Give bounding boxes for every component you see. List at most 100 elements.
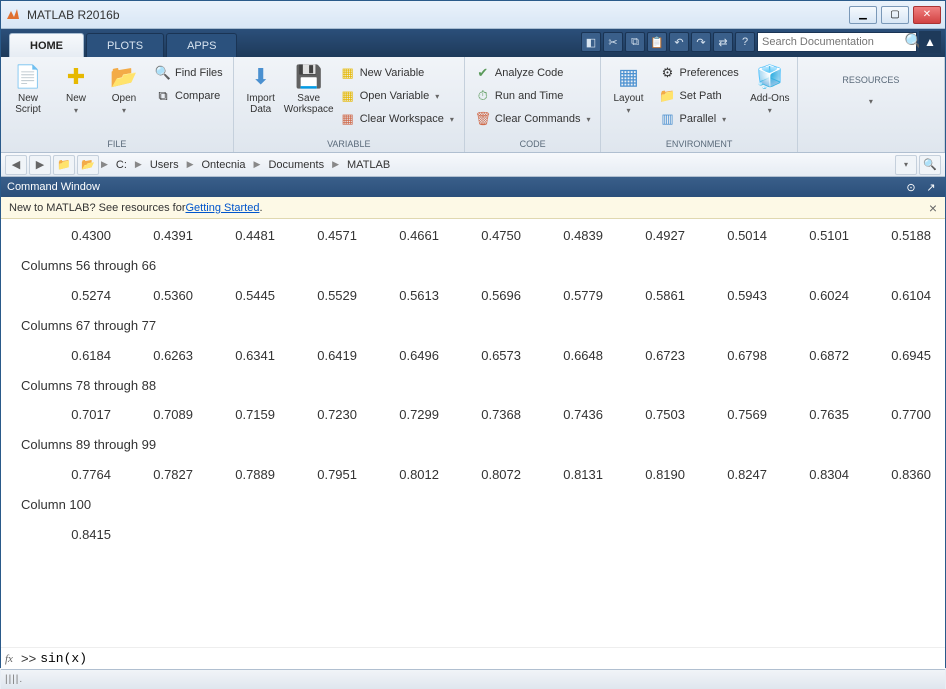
output-value: 0.7230 [275,402,357,428]
tab-apps[interactable]: APPS [166,33,237,57]
chevron-right-icon: ▶ [254,159,261,170]
search-path-button[interactable]: 🔍 [919,155,941,175]
up-folder-button[interactable]: 📁 [53,155,75,175]
parallel-button[interactable]: ▥Parallel▾ [655,109,742,129]
qat-cut-icon[interactable]: ✂ [603,32,623,52]
getting-started-link[interactable]: Getting Started [185,202,259,214]
output-value: 0.7951 [275,462,357,488]
status-bar: ||||. [1,669,945,689]
new-variable-icon: ▦ [340,65,356,81]
qat-undo-icon[interactable]: ↶ [669,32,689,52]
output-value: 0.5101 [767,223,849,249]
output-value: 0.4391 [111,223,193,249]
search-input[interactable] [762,36,904,48]
output-value: 0.8190 [603,462,685,488]
clear-commands-icon: 🗑 [475,111,491,127]
crumb-c[interactable]: C: [110,159,133,171]
command-window-header: Command Window ⊙ ↗ [1,177,945,197]
path-bar: ◀ ▶ 📁 📂 ▶ C: ▶ Users ▶ Ontecnia ▶ Docume… [1,153,945,177]
maximize-button[interactable]: ▢ [881,6,909,24]
actions-menu-button[interactable]: ⊙ [903,179,919,195]
output-value: 0.4839 [521,223,603,249]
qat-redo-icon[interactable]: ↷ [691,32,711,52]
close-banner-button[interactable]: × [929,200,937,216]
open-button[interactable]: 📂 Open ▾ [103,61,145,115]
output-value: 0.6024 [767,283,849,309]
analyze-code-icon: ✔ [475,65,491,81]
open-variable-button[interactable]: ▦Open Variable▾ [336,86,458,106]
prompt-prefix: >> [21,651,36,666]
path-dropdown-button[interactable]: ▾ [895,155,917,175]
chevron-down-icon: ▾ [122,106,126,115]
browse-folder-button[interactable]: 📂 [77,155,99,175]
qat-switch-icon[interactable]: ⇄ [713,32,733,52]
output-value: 0.7503 [603,402,685,428]
output-value-row: 0.43000.43910.44810.45710.46610.47500.48… [1,223,945,249]
compare-button[interactable]: ⧉Compare [151,86,227,106]
output-value: 0.5014 [685,223,767,249]
output-value: 0.6945 [849,343,931,369]
addons-button[interactable]: 🧊 Add-Ons ▾ [749,61,791,115]
analyze-code-button[interactable]: ✔Analyze Code [471,63,595,83]
output-column-header: Columns 89 through 99 [1,428,945,462]
new-button[interactable]: ✚ New ▾ [55,61,97,115]
fx-icon[interactable]: fx [1,653,21,665]
set-path-icon: 📁 [659,88,675,104]
find-files-button[interactable]: 🔍Find Files [151,63,227,83]
output-value: 0.7368 [439,402,521,428]
crumb-users[interactable]: Users [144,159,185,171]
output-value: 0.7827 [111,462,193,488]
tab-plots[interactable]: PLOTS [86,33,164,57]
command-output[interactable]: 0.43000.43910.44810.45710.46610.47500.48… [1,219,945,647]
group-resources: RESOURCES ▾ [798,57,945,152]
output-column-header: Columns 56 through 66 [1,249,945,283]
import-data-button[interactable]: ⬇ Import Data [240,61,282,115]
close-button[interactable]: ✕ [913,6,941,24]
minimize-button[interactable]: ▁ [849,6,877,24]
forward-button[interactable]: ▶ [29,155,51,175]
new-variable-button[interactable]: ▦New Variable [336,63,458,83]
new-script-button[interactable]: 📄 New Script [7,61,49,115]
search-documentation[interactable]: 🔍 [757,32,917,52]
window-title: MATLAB R2016b [27,8,849,22]
ribbon: 📄 New Script ✚ New ▾ 📂 Open ▾ 🔍Find File… [1,57,945,153]
minimize-toolstrip-button[interactable]: ▲ [919,31,941,53]
save-workspace-button[interactable]: 💾 Save Workspace [288,61,330,115]
group-label-resources [804,139,938,151]
quick-access-toolbar: ◧ ✂ ⧉ 📋 ↶ ↷ ⇄ ? 🔍 ▲ [581,31,941,53]
chevron-down-icon: ▾ [435,92,439,101]
qat-help-icon[interactable]: ? [735,32,755,52]
output-value: 0.5274 [29,283,111,309]
undock-button[interactable]: ↗ [923,179,939,195]
qat-copy-icon[interactable]: ⧉ [625,32,645,52]
command-input[interactable] [36,651,945,666]
save-workspace-icon: 💾 [295,63,323,91]
qat-shortcuts-icon[interactable]: ◧ [581,32,601,52]
chevron-down-icon: ▾ [74,106,78,115]
new-icon: ✚ [62,63,90,91]
set-path-button[interactable]: 📁Set Path [655,86,742,106]
chevron-right-icon: ▶ [332,159,339,170]
chevron-right-icon: ▶ [187,159,194,170]
back-button[interactable]: ◀ [5,155,27,175]
clear-workspace-button[interactable]: ▦Clear Workspace▾ [336,109,458,129]
layout-button[interactable]: ▦ Layout ▾ [607,61,649,115]
resources-button[interactable]: RESOURCES ▾ [831,61,911,106]
chevron-down-icon: ▾ [626,106,630,115]
chevron-down-icon: ▾ [768,106,772,115]
addons-icon: 🧊 [756,63,784,91]
run-and-time-button[interactable]: ⏱Run and Time [471,86,595,106]
output-value: 0.7017 [29,402,111,428]
qat-paste-icon[interactable]: 📋 [647,32,667,52]
run-and-time-icon: ⏱ [475,88,491,104]
crumb-matlab[interactable]: MATLAB [341,159,396,171]
output-value: 0.6872 [767,343,849,369]
crumb-documents[interactable]: Documents [262,159,330,171]
output-value: 0.5188 [849,223,931,249]
output-value: 0.5445 [193,283,275,309]
tab-home[interactable]: HOME [9,33,84,57]
preferences-button[interactable]: ⚙Preferences [655,63,742,83]
crumb-ontecnia[interactable]: Ontecnia [196,159,252,171]
clear-commands-button[interactable]: 🗑Clear Commands▾ [471,109,595,129]
banner-text-pre: New to MATLAB? See resources for [9,202,185,214]
